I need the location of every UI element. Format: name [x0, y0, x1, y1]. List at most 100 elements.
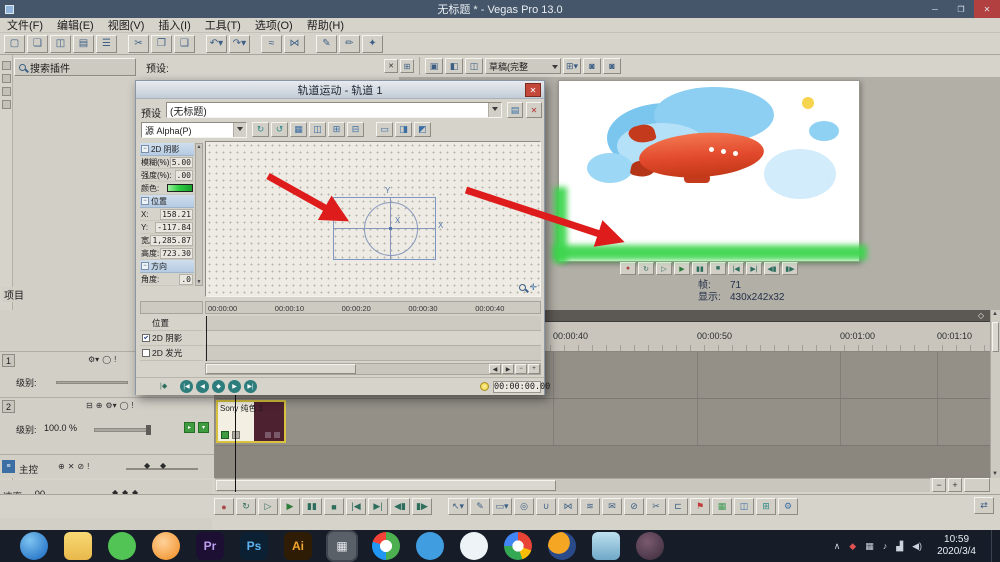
go-end-button[interactable]: ▶|	[746, 262, 762, 275]
menu-item[interactable]: 编辑(E)	[50, 17, 101, 33]
tray-chevron-icon[interactable]: ∧	[834, 541, 841, 552]
go-start-button[interactable]: |◀	[346, 498, 366, 515]
trim-button[interactable]: ⊏	[668, 498, 688, 515]
taskbar-browser-button[interactable]	[20, 532, 48, 560]
marker-button[interactable]: ⚑	[690, 498, 710, 515]
prop-value[interactable]: 158.21	[160, 209, 193, 220]
timeline-clip[interactable]: Sony 纯色 1	[216, 400, 286, 443]
dialog-hscrollbar[interactable]: ◀ ▶ − +	[205, 363, 541, 375]
snap-button[interactable]: ≈	[261, 35, 282, 53]
center-point[interactable]	[389, 227, 392, 230]
dialog-titlebar[interactable]: 轨道运动 - 轨道 1	[136, 81, 544, 99]
redo-button[interactable]: ↷▾	[229, 35, 250, 53]
prevent-scale-button[interactable]: ◩	[414, 122, 431, 137]
next-keyframe-button[interactable]: ▶	[228, 380, 241, 393]
source-alpha-combo[interactable]: 源 Alpha(P)	[141, 122, 247, 138]
event-fx-icon[interactable]	[232, 431, 240, 439]
paste-button[interactable]: ❑	[174, 35, 195, 53]
antivirus-tray-icon[interactable]: ◆	[849, 541, 856, 552]
dock-panel-button[interactable]: ⊞	[400, 59, 414, 73]
first-keyframe-button[interactable]: |◀	[180, 380, 193, 393]
next-frame-button[interactable]: ▮▶	[782, 262, 798, 275]
selection-tool-button[interactable]: ▭▾	[492, 498, 512, 515]
copy-snapshot-button[interactable]: ◙	[603, 58, 621, 74]
pan-icon[interactable]: ✛	[529, 282, 537, 293]
property-row[interactable]: 强度(%):.00	[140, 169, 194, 182]
cd-index-button[interactable]: ⊞	[756, 498, 776, 515]
new-project-button[interactable]: ▢	[4, 35, 25, 53]
level-slider[interactable]	[94, 428, 150, 432]
menu-item[interactable]: 帮助(H)	[300, 17, 351, 33]
taskbar-vegas-button[interactable]: ▦	[328, 532, 356, 560]
normal-edit-tool-button[interactable]: ↖▾	[448, 498, 468, 515]
track-icon[interactable]: !	[114, 355, 116, 364]
loop-button[interactable]: ↻	[638, 262, 654, 275]
music-tray-icon[interactable]: ♪	[883, 541, 888, 551]
layer-checkbox[interactable]	[142, 334, 150, 342]
taskbar-chrome-button[interactable]	[504, 532, 532, 560]
go-end-button[interactable]: ▶|	[368, 498, 388, 515]
close-button[interactable]: ✕	[974, 0, 1000, 18]
layout-split-button[interactable]: ◫	[309, 122, 326, 137]
prop-value[interactable]: 723.30	[160, 248, 193, 259]
shadow-color-swatch[interactable]	[167, 184, 193, 192]
bus-icon[interactable]: ≡	[2, 460, 15, 473]
play-button[interactable]: ▶	[674, 262, 690, 275]
prev-keyframe-button[interactable]: ◀	[196, 380, 209, 393]
taskbar-illustrator-button[interactable]: Ai	[284, 532, 312, 560]
clip-pan-icon[interactable]	[265, 432, 271, 438]
track-fx-button[interactable]: ▸	[184, 422, 195, 433]
menu-item[interactable]: 文件(F)	[0, 17, 50, 33]
collapse-icon[interactable]: −	[141, 145, 149, 153]
zoom-icon[interactable]	[519, 284, 526, 291]
command-button[interactable]: ◫	[734, 498, 754, 515]
keyframe-lane[interactable]	[205, 331, 541, 346]
taskbar-360-button[interactable]	[372, 532, 400, 560]
prev-frame-button[interactable]: ◀▮	[764, 262, 780, 275]
track-icon[interactable]: ◯	[102, 355, 111, 364]
zoom-tool-button[interactable]: ◎	[514, 498, 534, 515]
taskbar-photoshop-button[interactable]: Ps	[240, 532, 268, 560]
last-keyframe-button[interactable]: ▶|	[244, 380, 257, 393]
properties-button[interactable]: ☰	[96, 35, 117, 53]
generated-media-icon[interactable]	[221, 431, 229, 439]
scroll-down-icon[interactable]: ▼	[992, 471, 998, 477]
play-from-start-button[interactable]: ▷	[656, 262, 672, 275]
dock-tab-icon[interactable]	[2, 61, 11, 70]
loop-button[interactable]: ↻	[236, 498, 256, 515]
save-preset-button[interactable]: ▤	[507, 102, 523, 118]
property-row[interactable]: 高度:723.30	[140, 247, 194, 260]
zoom-out-button[interactable]: −	[515, 364, 527, 374]
envelope-button[interactable]: ✎	[316, 35, 337, 53]
keyframe-lane[interactable]	[205, 316, 541, 331]
save-snapshot-button[interactable]: ◙	[583, 58, 601, 74]
keyframe-lanes[interactable]	[205, 316, 541, 361]
scroll-right-icon[interactable]: ▶	[502, 364, 514, 374]
taskbar-qq-button[interactable]	[460, 532, 488, 560]
taskbar-docs-button[interactable]	[416, 532, 444, 560]
property-row[interactable]: 宽度:1,285.87	[140, 234, 194, 247]
taskbar-meitu-button[interactable]	[636, 532, 664, 560]
zoom-in-button[interactable]: +	[528, 364, 540, 374]
close-panel-button[interactable]: ✕	[384, 59, 398, 73]
cut-button[interactable]: ✂	[128, 35, 149, 53]
scroll-up-icon[interactable]: ▲	[197, 144, 202, 150]
maximize-button[interactable]: ❐	[948, 0, 974, 18]
property-row[interactable]: X:158.21	[140, 208, 194, 221]
mixer-button[interactable]: ⚙	[778, 498, 798, 515]
bus-button-icon[interactable]: ⊘	[77, 462, 84, 471]
lock-envelope-button[interactable]: ✉	[602, 498, 622, 515]
keyframe-lane[interactable]	[205, 346, 541, 361]
prop-value[interactable]: .0	[179, 274, 193, 285]
taskbar-wechat-button[interactable]	[108, 532, 136, 560]
bulb-icon[interactable]	[480, 382, 489, 391]
external-monitor-button[interactable]: ◧	[445, 58, 463, 74]
next-frame-button[interactable]: ▮▶	[412, 498, 432, 515]
prop-value[interactable]: 5.00	[170, 157, 193, 168]
taskbar-explorer-button[interactable]	[64, 532, 92, 560]
layer-checkbox[interactable]	[142, 349, 150, 357]
dialog-close-button[interactable]: ✕	[525, 83, 541, 97]
scroll-left-icon[interactable]: ◀	[489, 364, 501, 374]
split-screen-button[interactable]: ◫	[465, 58, 483, 74]
snap-toggle-button[interactable]: ∪	[536, 498, 556, 515]
